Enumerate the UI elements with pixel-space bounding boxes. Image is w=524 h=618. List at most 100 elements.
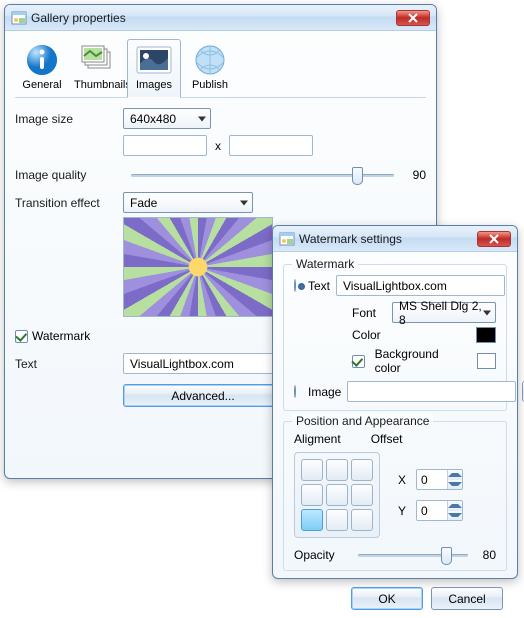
image-quality-row: Image quality 90 — [15, 168, 426, 182]
image-size-value: 640x480 — [130, 112, 176, 126]
slider-thumb[interactable] — [352, 167, 363, 185]
align-mr[interactable] — [351, 484, 373, 506]
chevron-down-icon — [198, 116, 206, 121]
alignment-grid — [294, 452, 380, 538]
watermark-image-field[interactable] — [347, 381, 516, 402]
offset-y-spinner[interactable] — [416, 500, 463, 521]
color-swatch[interactable] — [476, 327, 496, 343]
position-group: Position and Appearance Aligment Offset — [283, 421, 507, 571]
gallery-tabstrip: General Thumbnails Images Publish — [15, 39, 426, 98]
image-quality-value: 90 — [402, 168, 426, 182]
transition-row: Transition effect Fade — [15, 192, 426, 213]
chevron-down-icon — [240, 200, 248, 205]
app-icon — [279, 231, 295, 247]
spin-up-icon[interactable] — [448, 470, 462, 480]
app-icon — [11, 10, 27, 26]
align-ml[interactable] — [301, 484, 323, 506]
watermark-text-radio-label: Text — [308, 279, 330, 293]
color-label: Color — [352, 328, 386, 342]
offset-x-spinner[interactable] — [416, 469, 463, 490]
slider-thumb[interactable] — [441, 547, 452, 565]
image-width-input[interactable] — [123, 135, 207, 156]
transition-value: Fade — [130, 196, 157, 210]
image-quality-label: Image quality — [15, 168, 123, 182]
opacity-value: 80 — [476, 548, 496, 562]
ok-label: OK — [378, 592, 395, 606]
tab-general-label: General — [18, 79, 66, 91]
watermark-checkbox[interactable] — [15, 330, 28, 343]
watermark-title: Watermark settings — [299, 232, 477, 246]
close-icon[interactable] — [477, 231, 511, 247]
watermark-settings-window: Watermark settings Watermark Text Font M… — [272, 225, 518, 579]
opacity-slider[interactable] — [358, 554, 468, 557]
opacity-label: Opacity — [294, 548, 350, 562]
watermark-group-legend: Watermark — [292, 257, 358, 271]
chevron-down-icon — [483, 310, 491, 315]
info-icon — [22, 43, 62, 77]
tab-images[interactable]: Images — [127, 39, 181, 98]
watermark-text-radio[interactable] — [294, 279, 296, 292]
tab-general[interactable]: General — [15, 39, 69, 97]
watermark-check-label: Watermark — [32, 329, 90, 343]
tab-thumbnails-label: Thumbnails — [74, 79, 122, 91]
gallery-titlebar[interactable]: Gallery properties — [5, 5, 436, 31]
font-select[interactable]: MS Shell Dlg 2, 8 — [392, 302, 496, 323]
cancel-label: Cancel — [448, 592, 485, 606]
images-icon — [134, 43, 174, 77]
image-quality-slider[interactable] — [131, 174, 394, 177]
watermark-image-radio-label: Image — [308, 385, 341, 399]
offset-label: Offset — [371, 432, 403, 446]
spin-down-icon[interactable] — [448, 511, 462, 521]
watermark-text-input[interactable] — [123, 353, 283, 374]
spin-up-icon[interactable] — [448, 501, 462, 511]
align-br[interactable] — [351, 509, 373, 531]
image-size-select[interactable]: 640x480 — [123, 108, 211, 129]
watermark-text-field[interactable] — [336, 275, 505, 296]
opacity-row: Opacity 80 — [294, 548, 496, 562]
align-bl[interactable] — [301, 509, 323, 531]
font-value: MS Shell Dlg 2, 8 — [399, 299, 489, 327]
publish-icon — [190, 43, 230, 77]
offset-x-label: X — [398, 473, 410, 487]
bg-color-checkbox[interactable] — [352, 355, 365, 368]
cancel-button[interactable]: Cancel — [431, 587, 503, 610]
close-icon[interactable] — [396, 10, 430, 26]
image-size-row: Image size 640x480 — [15, 108, 426, 129]
image-size-label: Image size — [15, 112, 123, 126]
watermark-footer: OK Cancel — [283, 581, 507, 612]
tab-thumbnails[interactable]: Thumbnails — [71, 39, 125, 97]
align-tr[interactable] — [351, 459, 373, 481]
align-mc[interactable] — [326, 484, 348, 506]
tab-images-label: Images — [130, 79, 178, 91]
align-tl[interactable] — [301, 459, 323, 481]
position-group-legend: Position and Appearance — [292, 414, 433, 428]
watermark-text-label: Text — [15, 357, 123, 371]
transition-select[interactable]: Fade — [123, 192, 253, 213]
ok-button[interactable]: OK — [351, 587, 423, 610]
bg-color-swatch[interactable] — [477, 353, 496, 369]
bg-color-label: Background color — [375, 347, 465, 375]
advanced-button[interactable]: Advanced... — [123, 384, 283, 407]
transition-preview-image — [123, 217, 273, 317]
tab-publish[interactable]: Publish — [183, 39, 237, 97]
alignment-label: Aligment — [294, 432, 341, 446]
font-label: Font — [352, 306, 386, 320]
watermark-client: Watermark Text Font MS Shell Dlg 2, 8 Co… — [273, 252, 517, 618]
watermark-group: Watermark Text Font MS Shell Dlg 2, 8 Co… — [283, 264, 507, 411]
offset-x-input[interactable] — [417, 470, 447, 489]
align-bc[interactable] — [326, 509, 348, 531]
watermark-image-radio[interactable] — [294, 385, 296, 398]
offset-y-label: Y — [398, 504, 410, 518]
image-size-custom: x — [123, 135, 426, 156]
spin-down-icon[interactable] — [448, 480, 462, 490]
x-separator: x — [215, 139, 221, 153]
advanced-button-label: Advanced... — [171, 389, 234, 403]
watermark-titlebar[interactable]: Watermark settings — [273, 226, 517, 252]
transition-label: Transition effect — [15, 196, 123, 210]
thumbnails-icon — [78, 43, 118, 77]
gallery-title: Gallery properties — [31, 11, 396, 25]
tab-publish-label: Publish — [186, 79, 234, 91]
image-height-input[interactable] — [229, 135, 313, 156]
align-tc[interactable] — [326, 459, 348, 481]
offset-y-input[interactable] — [417, 501, 447, 520]
